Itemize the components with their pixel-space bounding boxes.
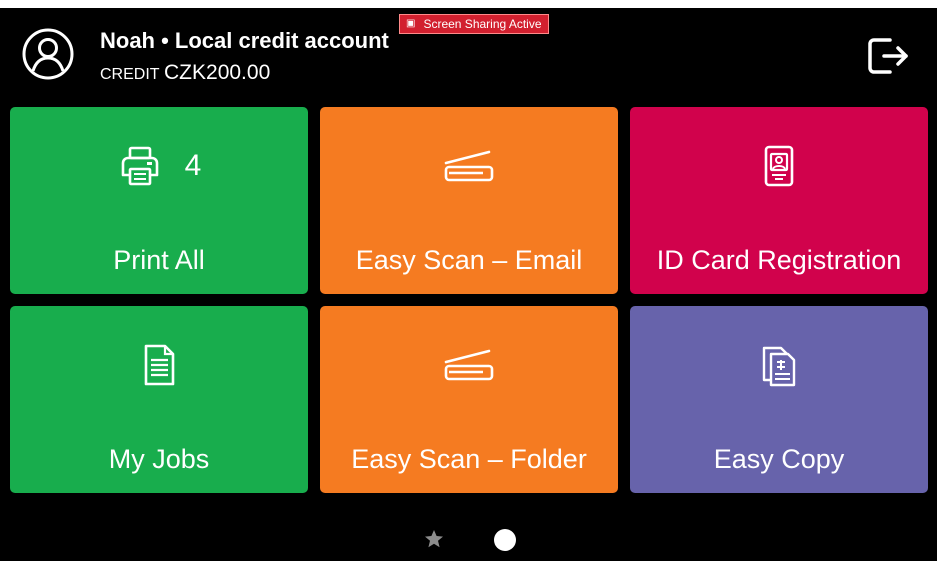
scanner-icon (444, 150, 494, 182)
tile-label: Easy Copy (713, 444, 845, 474)
id-card-icon (764, 145, 794, 187)
user-account-title: Noah • Local credit account (100, 28, 389, 53)
document-icon (144, 344, 175, 386)
credit-label: CREDIT (100, 66, 160, 83)
tile-easy-copy[interactable]: Easy Copy (630, 306, 928, 493)
tile-id-card-registration[interactable]: ID Card Registration (630, 107, 928, 294)
tile-label: My Jobs (108, 444, 210, 474)
tile-icon-row (320, 143, 618, 189)
tile-label: Print All (113, 245, 205, 275)
page-indicator (0, 526, 937, 554)
tile-icon-row (630, 143, 928, 189)
copy-icon (762, 346, 796, 387)
tile-easy-scan-email[interactable]: Easy Scan – Email (320, 107, 618, 294)
credit-value: CZK200.00 (164, 61, 271, 84)
terminal-screen: Noah • Local credit account CREDIT CZK20… (0, 8, 937, 561)
tile-icon-row: 4 (10, 143, 308, 189)
printer-icon (121, 146, 158, 186)
screen-share-icon: ▣ (406, 18, 416, 29)
scanner-icon (444, 349, 494, 381)
screen-sharing-label: Screen Sharing Active (423, 17, 542, 31)
tile-icon-row (630, 342, 928, 388)
tile-easy-scan-folder[interactable]: Easy Scan – Folder (320, 306, 618, 493)
user-avatar-icon[interactable] (21, 27, 75, 81)
screen-sharing-badge: ▣ Screen Sharing Active (399, 14, 549, 34)
active-page-dot[interactable] (494, 529, 516, 551)
header: Noah • Local credit account CREDIT CZK20… (0, 8, 937, 108)
credit-balance: CREDIT CZK200.00 (100, 61, 270, 85)
tile-print-all[interactable]: 4 Print All (10, 107, 308, 294)
tile-icon-row (10, 342, 308, 388)
favorites-page-star-icon[interactable] (423, 528, 445, 550)
tile-my-jobs[interactable]: My Jobs (10, 306, 308, 493)
tile-label: Easy Scan – Email (355, 245, 583, 275)
tile-icon-row (320, 342, 618, 388)
tile-label: Easy Scan – Folder (351, 444, 587, 474)
print-all-job-count: 4 (184, 149, 202, 182)
tile-label: ID Card Registration (656, 245, 902, 275)
logout-icon[interactable] (864, 32, 912, 80)
